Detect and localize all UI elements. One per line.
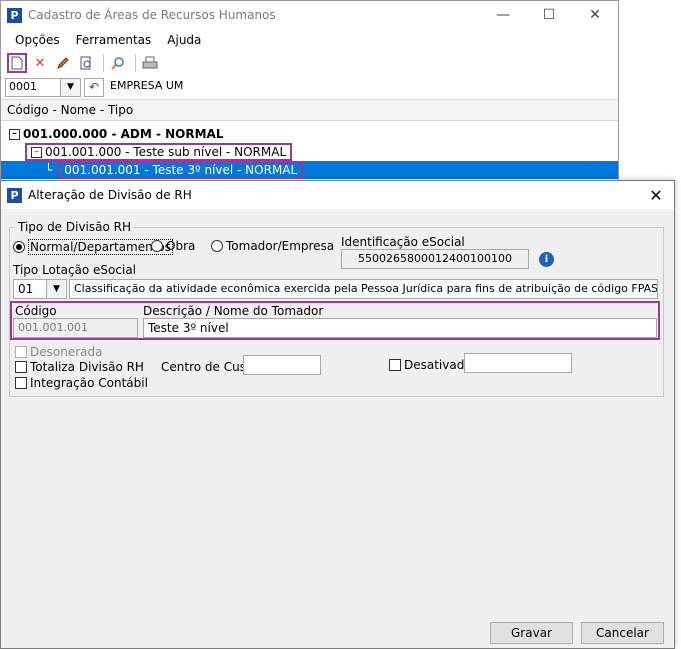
- cancel-button-label: Cancelar: [596, 626, 649, 640]
- menu-ferramentas[interactable]: Ferramentas: [76, 33, 152, 47]
- info-icon[interactable]: i: [539, 252, 554, 267]
- radio-tomador[interactable]: Tomador/Empresa: [211, 239, 334, 253]
- toolbar: ✕: [1, 51, 618, 75]
- cancel-button[interactable]: Cancelar: [581, 622, 664, 644]
- tree-node-grandchild-label: 001.001.001 - Teste 3º nível - NORMAL: [64, 163, 298, 177]
- view-document-icon: [80, 56, 91, 70]
- tree-node-grandchild-highlight: 001.001.001 - Teste 3º nível - NORMAL: [58, 161, 304, 179]
- undo-button[interactable]: ↶: [84, 77, 104, 97]
- codigo-field[interactable]: 001.001.001: [13, 318, 138, 338]
- back-window: P Cadastro de Áreas de Recursos Humanos …: [0, 0, 619, 190]
- tree-node-root-label: 001.000.000 - ADM - NORMAL: [23, 127, 224, 141]
- collapse-icon[interactable]: –: [9, 128, 20, 140]
- tree-node-child-label: 001.001.000 - Teste sub nível - NORMAL: [45, 145, 287, 159]
- codigo-label: Código: [15, 304, 57, 318]
- company-code-input[interactable]: 0001: [5, 77, 61, 97]
- new-document-button[interactable]: [7, 53, 27, 73]
- dialog-titlebar: P Alteração de Divisão de RH ✕: [1, 181, 674, 209]
- radio-obra-label: Obra: [166, 239, 196, 253]
- desonerada-checkbox[interactable]: Desonerada: [15, 345, 102, 359]
- chevron-down-icon: ▼: [67, 82, 74, 92]
- printer-icon: [142, 56, 158, 69]
- lotacao-label: Tipo Lotação eSocial: [13, 263, 137, 277]
- menu-opcoes[interactable]: Opções: [15, 33, 60, 47]
- save-button-label: Gravar: [511, 626, 552, 640]
- integracao-label: Integração Contábil: [30, 376, 148, 390]
- lotacao-dropdown-button[interactable]: ▼: [47, 279, 67, 299]
- search-button[interactable]: [108, 53, 128, 73]
- radio-tomador-label: Tomador/Empresa: [226, 239, 335, 253]
- tree-column-header: Código - Nome - Tipo: [1, 99, 618, 121]
- integracao-checkbox[interactable]: Integração Contábil: [15, 376, 148, 390]
- esocial-field[interactable]: 5500265800012400100100: [341, 249, 529, 269]
- tree-node-grandchild[interactable]: └ 001.001.001 - Teste 3º nível - NORMAL: [1, 161, 618, 179]
- close-icon[interactable]: ✕: [572, 1, 618, 29]
- lotacao-description: Classificação da atividade econômica exe…: [69, 279, 658, 299]
- pencil-icon: [57, 57, 69, 69]
- totaliza-checkbox[interactable]: Totaliza Divisão RH: [15, 360, 144, 374]
- toolbar-separator: [135, 54, 136, 72]
- desativado-checkbox[interactable]: Desativado: [389, 358, 472, 372]
- dialog-close-icon[interactable]: ✕: [638, 186, 674, 205]
- view-button[interactable]: [76, 53, 96, 73]
- company-row: 0001 ▼ ↶ EMPRESA UM: [1, 75, 618, 99]
- maximize-icon[interactable]: ☐: [526, 1, 572, 29]
- tree-node-root[interactable]: – 001.000.000 - ADM - NORMAL: [1, 125, 618, 143]
- back-window-title: Cadastro de Áreas de Recursos Humanos: [28, 8, 276, 22]
- desativado-input[interactable]: [464, 353, 572, 373]
- desativado-label: Desativado: [404, 358, 472, 372]
- back-titlebar: P Cadastro de Áreas de Recursos Humanos …: [1, 1, 618, 29]
- radio-obra[interactable]: Obra: [151, 239, 195, 253]
- new-document-icon: [11, 56, 23, 70]
- delete-button[interactable]: ✕: [30, 53, 50, 73]
- descricao-label: Descrição / Nome do Tomador: [143, 304, 324, 318]
- company-name: EMPRESA UM: [107, 77, 609, 97]
- integracao-box: [15, 377, 27, 389]
- radio-obra-dot: [151, 240, 163, 252]
- radio-normal-dot: [13, 241, 25, 253]
- dialog-title: Alteração de Divisão de RH: [28, 188, 192, 202]
- app-icon: P: [7, 187, 22, 203]
- collapse-icon[interactable]: –: [31, 146, 42, 158]
- menubar: Opções Ferramentas Ajuda: [1, 29, 618, 51]
- print-button[interactable]: [140, 53, 160, 73]
- tree-connector: └: [45, 163, 53, 177]
- totaliza-box: [15, 361, 27, 373]
- tree-node-child-highlight: – 001.001.000 - Teste sub nível - NORMAL: [25, 143, 293, 161]
- search-icon: [111, 57, 124, 70]
- desonerada-label: Desonerada: [30, 345, 103, 359]
- radio-tomador-dot: [211, 240, 223, 252]
- totaliza-label: Totaliza Divisão RH: [30, 360, 144, 374]
- menu-ajuda[interactable]: Ajuda: [167, 33, 201, 47]
- toolbar-separator: [103, 54, 104, 72]
- desativado-box: [389, 359, 401, 371]
- desonerada-box: [15, 346, 27, 358]
- radio-normal[interactable]: Normal/Departamentos: [13, 239, 174, 255]
- tree-node-child[interactable]: – 001.001.000 - Teste sub nível - NORMAL: [1, 143, 618, 161]
- save-button[interactable]: Gravar: [490, 622, 573, 644]
- edit-dialog: P Alteração de Divisão de RH ✕ Tipo de D…: [0, 180, 675, 649]
- centro-custo-input[interactable]: [243, 355, 321, 375]
- app-icon: P: [7, 7, 22, 23]
- descricao-input[interactable]: Teste 3º nível: [143, 318, 657, 338]
- tipo-divisao-label: Tipo de Divisão RH: [15, 220, 135, 234]
- edit-button[interactable]: [53, 53, 73, 73]
- lotacao-code-input[interactable]: 01: [13, 279, 47, 299]
- chevron-down-icon: ▼: [53, 284, 60, 294]
- esocial-label: Identificação eSocial: [341, 235, 465, 249]
- company-dropdown-button[interactable]: ▼: [61, 77, 81, 97]
- minimize-icon[interactable]: —: [480, 1, 526, 29]
- undo-icon: ↶: [88, 80, 100, 94]
